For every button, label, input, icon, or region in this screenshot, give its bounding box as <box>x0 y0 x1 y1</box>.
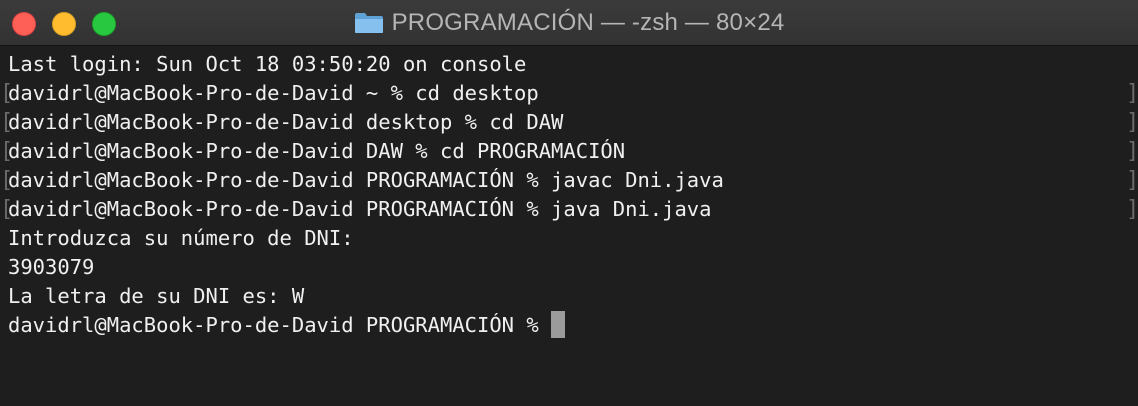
terminal-output[interactable]: Last login: Sun Oct 18 03:50:20 on conso… <box>0 46 1138 406</box>
terminal-window: PROGRAMACIÓN — -zsh — 80×24 Last login: … <box>0 0 1138 406</box>
terminal-line: davidrl@MacBook-Pro-de-David PROGRAMACIÓ… <box>8 197 712 221</box>
title-bar[interactable]: PROGRAMACIÓN — -zsh — 80×24 <box>0 0 1138 46</box>
prompt-line[interactable]: davidrl@MacBook-Pro-de-David PROGRAMACIÓ… <box>8 311 566 340</box>
line-mark-right: ] <box>1126 110 1138 135</box>
terminal-line: La letra de su DNI es: W <box>8 284 305 308</box>
terminal-line: Last login: Sun Oct 18 03:50:20 on conso… <box>8 52 527 76</box>
window-title: PROGRAMACIÓN — -zsh — 80×24 <box>391 9 785 36</box>
folder-icon <box>354 12 384 34</box>
prompt-text: davidrl@MacBook-Pro-de-David PROGRAMACIÓ… <box>8 313 552 337</box>
terminal-line: davidrl@MacBook-Pro-de-David PROGRAMACIÓ… <box>8 168 724 192</box>
line-mark-right: ] <box>1126 197 1138 222</box>
line-mark-right: ] <box>1126 81 1138 106</box>
window-title-group: PROGRAMACIÓN — -zsh — 80×24 <box>0 0 1138 46</box>
line-mark-right: ] <box>1126 139 1138 164</box>
line-mark-right: ] <box>1126 168 1138 193</box>
terminal-line: 3903079 <box>8 255 95 279</box>
terminal-line: Introduzca su número de DNI: <box>8 226 354 250</box>
text-cursor <box>551 311 566 338</box>
terminal-line: davidrl@MacBook-Pro-de-David ~ % cd desk… <box>8 81 539 105</box>
terminal-line: davidrl@MacBook-Pro-de-David DAW % cd PR… <box>8 139 626 163</box>
terminal-line: davidrl@MacBook-Pro-de-David desktop % c… <box>8 110 564 134</box>
